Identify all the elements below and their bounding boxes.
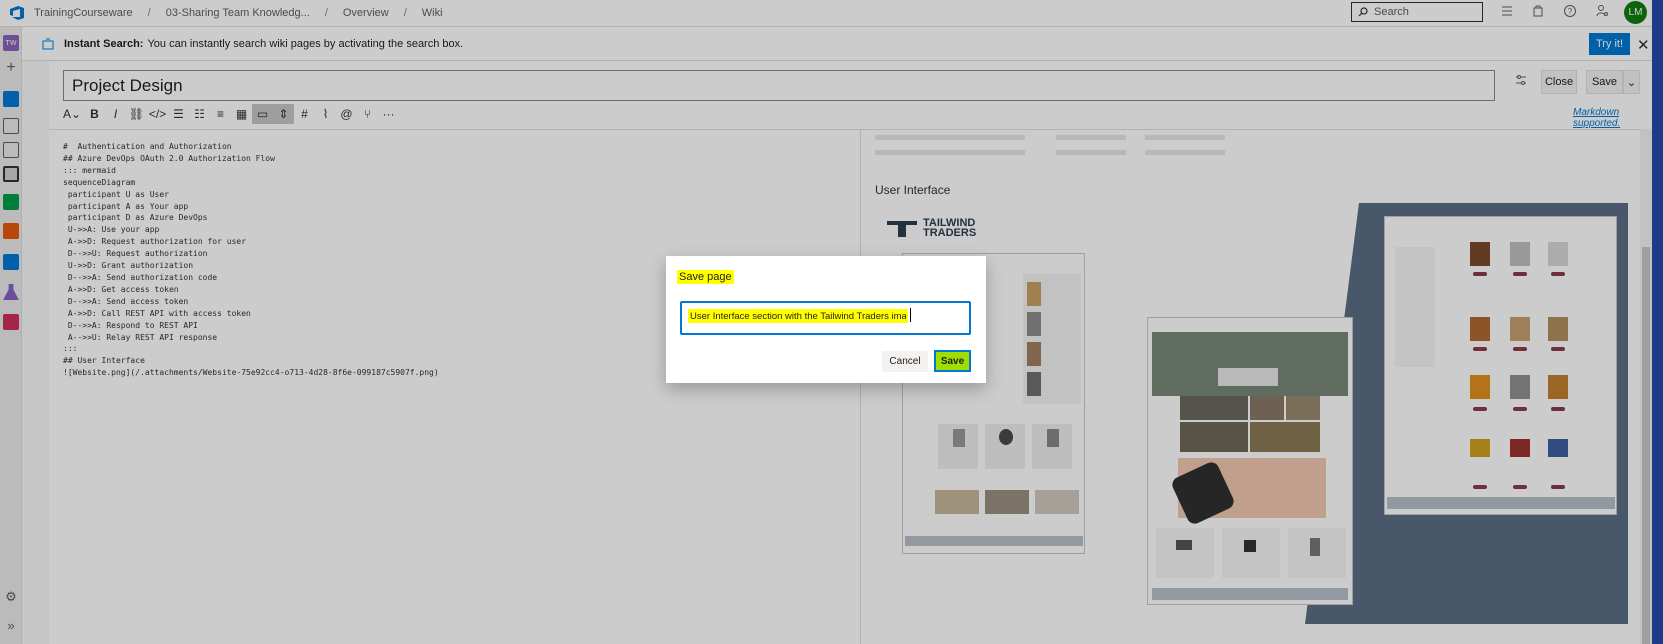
window-edge [1652, 0, 1663, 644]
cancel-button[interactable]: Cancel [882, 351, 928, 372]
save-button-label: Save [936, 352, 969, 370]
text-cursor [910, 308, 911, 322]
revision-comment-input[interactable] [688, 309, 908, 323]
revision-comment-field[interactable] [680, 301, 971, 335]
save-button[interactable]: Save [934, 350, 971, 372]
dialog-title: Save page [677, 270, 734, 284]
save-page-dialog: Save page Cancel Save [666, 256, 986, 383]
